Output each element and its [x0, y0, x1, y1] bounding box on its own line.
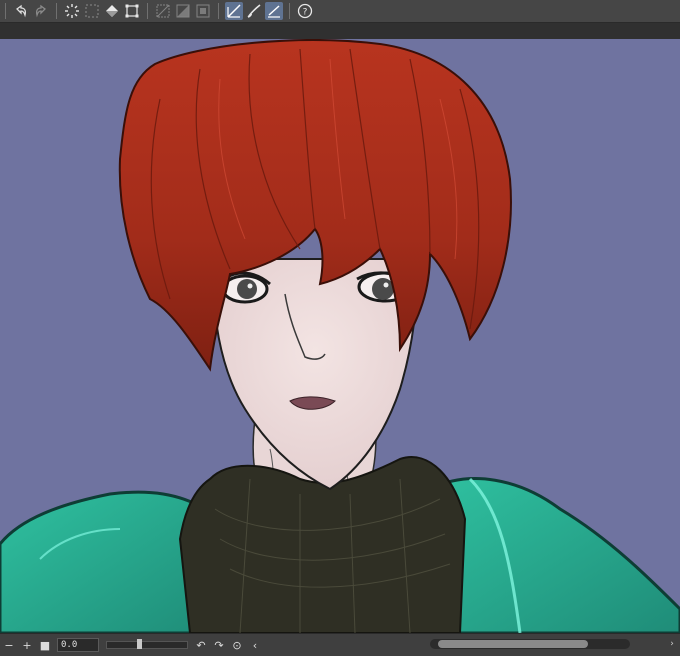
- canvas-margin: [0, 23, 680, 39]
- toolbar-separator: [289, 3, 290, 19]
- frame-icon: [196, 4, 210, 18]
- snap-grid-button[interactable]: [265, 2, 283, 20]
- rotate-left-button[interactable]: ↶: [194, 638, 208, 652]
- gradient-button[interactable]: [174, 2, 192, 20]
- fit-view-button[interactable]: ■: [38, 638, 52, 652]
- ruler-button[interactable]: [154, 2, 172, 20]
- redo-icon: [35, 4, 46, 18]
- redo-button[interactable]: [32, 2, 50, 20]
- pen-pressure-button[interactable]: [245, 2, 263, 20]
- horizontal-scrollbar[interactable]: [430, 639, 630, 649]
- status-bar: − + ■ 0.0 ↶ ↷ ⊙ ‹ ›: [0, 633, 680, 656]
- fill-button[interactable]: [103, 2, 121, 20]
- scrollbar-thumb[interactable]: [438, 640, 588, 648]
- pen-icon: [247, 4, 261, 18]
- snap-grid-icon: [268, 5, 280, 18]
- zoom-slider[interactable]: [106, 639, 188, 649]
- command-bar: ?: [0, 0, 680, 23]
- selection-area-button[interactable]: [83, 2, 101, 20]
- fill-icon: [106, 5, 118, 17]
- undo-button[interactable]: [12, 2, 30, 20]
- help-button[interactable]: ?: [296, 2, 314, 20]
- scroll-right-button[interactable]: ›: [666, 638, 678, 650]
- toolbar-separator: [5, 3, 6, 19]
- zoom-out-button[interactable]: −: [2, 638, 16, 652]
- undo-icon: [16, 4, 27, 18]
- drawing-canvas[interactable]: [0, 39, 680, 633]
- snap-ruler-button[interactable]: [225, 2, 243, 20]
- clear-selection-icon: [65, 4, 79, 18]
- toolbar-separator: [147, 3, 148, 19]
- canvas-viewport[interactable]: [0, 23, 680, 633]
- toolbar-separator: [56, 3, 57, 19]
- clear-selection-button[interactable]: [63, 2, 81, 20]
- toolbar-separator: [218, 3, 219, 19]
- zoom-slider-knob[interactable]: [137, 639, 142, 649]
- ruler-icon: [156, 4, 170, 18]
- artwork-illustration: [0, 39, 680, 633]
- selection-area-icon: [85, 4, 99, 18]
- paint-app-window: ? − + ■ 0.0 ↶ ↷ ⊙ ‹ ›: [0, 0, 680, 656]
- rotate-right-button[interactable]: ↷: [212, 638, 226, 652]
- transform-icon: [125, 4, 139, 18]
- zoom-value-field[interactable]: 0.0: [57, 638, 99, 652]
- frame-button[interactable]: [194, 2, 212, 20]
- snap-ruler-icon: [227, 4, 241, 18]
- help-icon: ?: [297, 3, 313, 19]
- transform-button[interactable]: [123, 2, 141, 20]
- scroll-left-button[interactable]: ‹: [248, 638, 262, 652]
- gradient-icon: [176, 4, 190, 18]
- zoom-in-button[interactable]: +: [20, 638, 34, 652]
- svg-text:?: ?: [303, 8, 308, 18]
- reset-rotation-button[interactable]: ⊙: [230, 638, 244, 652]
